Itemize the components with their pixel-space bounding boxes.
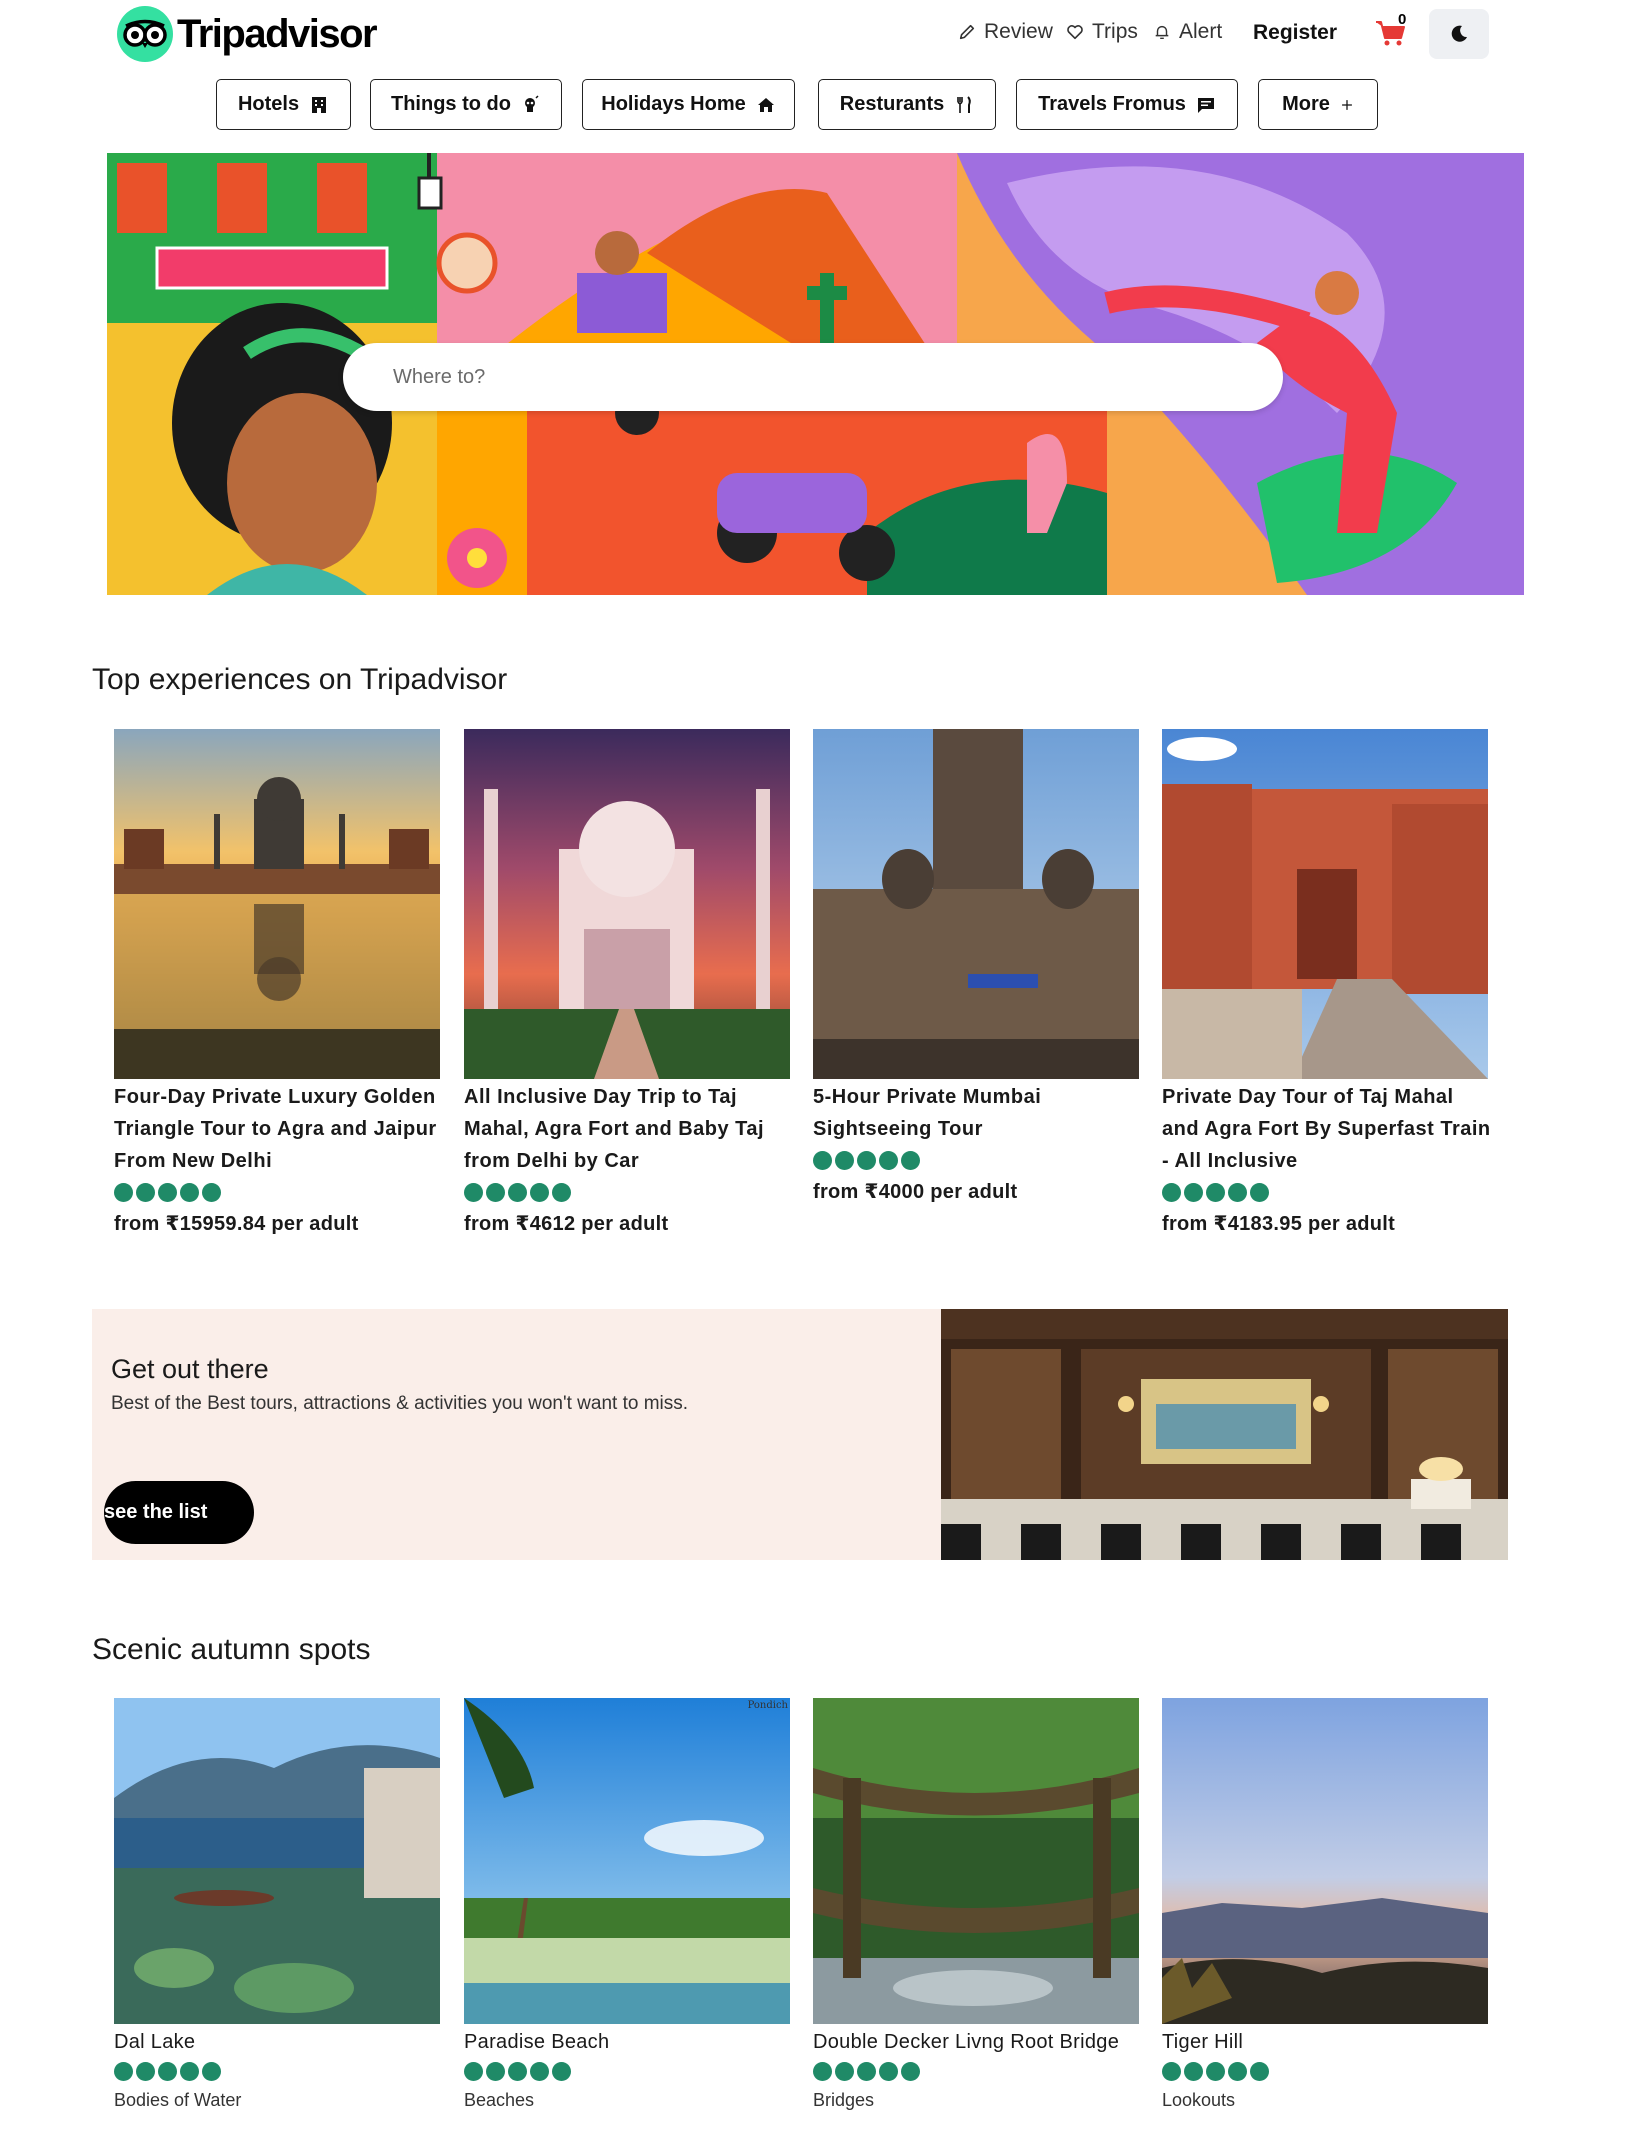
ticket-person-icon bbox=[524, 94, 539, 112]
nav-review-label: Review bbox=[984, 20, 1053, 43]
tripadvisor-logo[interactable]: Tripadvisor bbox=[117, 6, 378, 62]
rating-bubbles bbox=[813, 1147, 1139, 1173]
tab-travels-fromus-label: Travels Fromus bbox=[1038, 93, 1186, 115]
scenic-name[interactable]: Tiger Hill bbox=[1162, 2028, 1488, 2056]
scenic-image-tiger-hill[interactable] bbox=[1162, 1698, 1488, 2024]
moon-icon bbox=[1451, 25, 1467, 42]
tab-restaurants-label: Resturants bbox=[839, 93, 945, 115]
rating-bubbles bbox=[1162, 2058, 1488, 2084]
experience-card[interactable]: Four-Day Private Luxury Golden Triangle … bbox=[114, 729, 440, 1236]
experience-card[interactable]: Private Day Tour of Taj Mahal and Agra F… bbox=[1162, 729, 1490, 1236]
tab-hotels-label: Hotels bbox=[237, 93, 300, 115]
scenic-card[interactable]: Pondich Paradise Beach Beaches bbox=[464, 1698, 790, 2111]
scenic-image-paradise-beach[interactable]: Pondich bbox=[464, 1698, 790, 2024]
owl-logo-icon bbox=[117, 6, 173, 62]
scenic-name[interactable]: Dal Lake bbox=[114, 2028, 440, 2056]
search-input[interactable] bbox=[393, 365, 1213, 389]
experience-card[interactable]: All Inclusive Day Trip to Taj Mahal, Agr… bbox=[464, 729, 790, 1236]
experience-price: from ₹15959.84 per adult bbox=[114, 1213, 359, 1235]
experience-image-agra-fort[interactable] bbox=[1162, 729, 1488, 1079]
top-experiences-heading: Top experiences on Tripadvisor bbox=[92, 663, 508, 696]
heart-icon bbox=[1067, 25, 1083, 40]
see-the-list-button[interactable]: see the list bbox=[104, 1481, 254, 1544]
promo-title: Get out there bbox=[111, 1354, 269, 1384]
scenic-card[interactable]: Double Decker Livng Root Bridge Bridges bbox=[813, 1698, 1139, 2111]
experience-title[interactable]: Four-Day Private Luxury Golden Triangle … bbox=[114, 1081, 444, 1177]
home-icon bbox=[757, 97, 774, 112]
register-link[interactable]: Register bbox=[1253, 21, 1337, 45]
building-icon bbox=[312, 96, 327, 113]
pencil-icon bbox=[959, 24, 975, 40]
experience-price: from ₹4183.95 per adult bbox=[1162, 1213, 1396, 1235]
promo-banner: Get out there Best of the Best tours, at… bbox=[92, 1309, 1508, 1560]
scenic-category: Bodies of Water bbox=[114, 2090, 242, 2110]
experience-image-taj-reflection[interactable] bbox=[114, 729, 440, 1079]
scenic-card[interactable]: Dal Lake Bodies of Water bbox=[114, 1698, 440, 2111]
experience-title[interactable]: Private Day Tour of Taj Mahal and Agra F… bbox=[1162, 1081, 1492, 1177]
cart-count-badge: 0 bbox=[1398, 11, 1407, 28]
rating-bubbles bbox=[464, 2058, 790, 2084]
promo-image-hotel-lobby bbox=[941, 1309, 1508, 1560]
hero-banner bbox=[107, 153, 1524, 595]
scenic-card[interactable]: Tiger Hill Lookouts bbox=[1162, 1698, 1488, 2111]
scenic-image-dal-lake[interactable] bbox=[114, 1698, 440, 2024]
nav-alert-label: Alert bbox=[1179, 20, 1223, 43]
nav-alert[interactable]: Alert bbox=[1153, 20, 1222, 44]
brand-name: Tripadvisor bbox=[177, 11, 378, 56]
dark-mode-toggle[interactable] bbox=[1429, 9, 1489, 59]
scenic-category: Beaches bbox=[464, 2090, 535, 2110]
scenic-name[interactable]: Double Decker Livng Root Bridge bbox=[813, 2028, 1139, 2056]
scenic-image-root-bridge[interactable] bbox=[813, 1698, 1139, 2024]
experience-price: from ₹4612 per adult bbox=[464, 1213, 669, 1235]
tab-more-label: More bbox=[1282, 93, 1330, 115]
experience-price: from ₹4000 per adult bbox=[813, 1181, 1018, 1203]
tab-restaurants[interactable]: Resturants bbox=[818, 79, 996, 130]
experience-title[interactable]: All Inclusive Day Trip to Taj Mahal, Agr… bbox=[464, 1081, 794, 1177]
category-nav: Hotels Things to do Holidays Home Restur… bbox=[0, 79, 1626, 130]
search-bar[interactable] bbox=[343, 343, 1283, 411]
tab-holidays-home-label: Holidays Home bbox=[601, 93, 746, 115]
tab-holidays-home[interactable]: Holidays Home bbox=[582, 79, 795, 130]
scenic-category: Bridges bbox=[813, 2090, 875, 2110]
experience-title[interactable]: 5-Hour Private Mumbai Sightseeing Tour bbox=[813, 1081, 1143, 1145]
experience-image-mumbai-station[interactable] bbox=[813, 729, 1139, 1079]
tab-things-to-do-label: Things to do bbox=[391, 93, 511, 115]
tab-things-to-do[interactable]: Things to do bbox=[370, 79, 562, 130]
tab-hotels[interactable]: Hotels bbox=[216, 79, 351, 130]
plus-icon bbox=[1341, 99, 1352, 110]
rating-bubbles bbox=[114, 1179, 440, 1205]
image-caption: Pondich bbox=[747, 1700, 788, 1711]
scenic-name[interactable]: Paradise Beach bbox=[464, 2028, 790, 2056]
rating-bubbles bbox=[114, 2058, 440, 2084]
tab-more[interactable]: More bbox=[1258, 79, 1378, 130]
tab-travels-fromus[interactable]: Travels Fromus bbox=[1016, 79, 1238, 130]
nav-review[interactable]: Review bbox=[958, 20, 1053, 44]
fork-knife-icon bbox=[957, 95, 972, 113]
experience-image-taj-sunset[interactable] bbox=[464, 729, 790, 1079]
nav-trips[interactable]: Trips bbox=[1066, 20, 1138, 44]
rating-bubbles bbox=[464, 1179, 790, 1205]
scenic-spots-heading: Scenic autumn spots bbox=[92, 1633, 371, 1666]
nav-trips-label: Trips bbox=[1092, 20, 1138, 43]
promo-subtitle: Best of the Best tours, attractions & ac… bbox=[111, 1393, 689, 1414]
bell-icon bbox=[1155, 25, 1169, 40]
experience-card[interactable]: 5-Hour Private Mumbai Sightseeing Tour f… bbox=[813, 729, 1139, 1204]
forum-icon bbox=[1197, 97, 1214, 113]
scenic-category: Lookouts bbox=[1162, 2090, 1236, 2110]
rating-bubbles bbox=[813, 2058, 1139, 2084]
rating-bubbles bbox=[1162, 1179, 1488, 1205]
